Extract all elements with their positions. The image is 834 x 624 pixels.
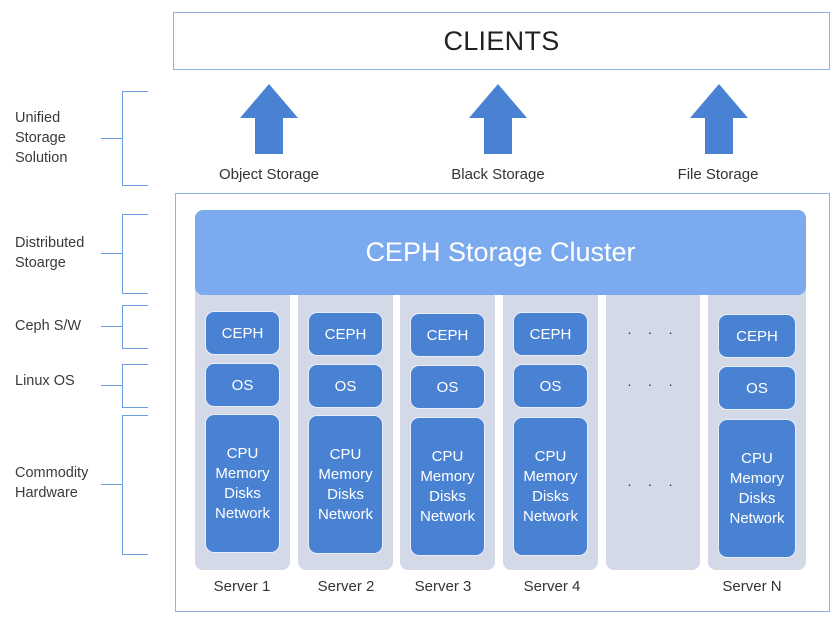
server-label: Server N — [722, 578, 782, 595]
ellipsis: · · · — [627, 476, 679, 492]
server-column: CEPH OS CPU Memory Disks Network — [400, 290, 495, 570]
hardware-item: Memory — [420, 467, 475, 485]
layer-label-unified-storage: Unified Storage Solution — [15, 108, 67, 168]
server-column: CEPH OS CPU Memory Disks Network — [298, 290, 393, 570]
hardware-item: CPU — [534, 447, 567, 465]
hardware-item: Memory — [523, 467, 578, 485]
label-line: Solution — [15, 150, 68, 166]
layer-label-commodity-hardware: Commodity Hardware — [15, 463, 88, 503]
block-label: CEPH — [324, 325, 367, 343]
bracket-stub — [101, 484, 123, 485]
interface-label-block: Black Storage — [451, 166, 545, 183]
label-line: Ceph S/W — [15, 318, 82, 334]
bracket-distributed-storage — [122, 214, 148, 294]
block-label: CEPH — [426, 326, 469, 344]
hardware-item: Network — [317, 505, 373, 523]
layer-label-linux-os: Linux OS — [15, 371, 75, 391]
interface-label-object: Object Storage — [218, 166, 320, 183]
server-label: Server 3 — [414, 578, 472, 595]
hardware-item: Memory — [215, 464, 270, 482]
hardware-item: CPU — [226, 444, 259, 462]
ceph-software-block: CEPH — [513, 312, 588, 356]
bracket-stub — [101, 138, 123, 139]
hardware-item: CPU — [329, 445, 362, 463]
ellipsis: · · · — [627, 376, 679, 392]
block-label: CEPH — [736, 327, 778, 345]
bracket-unified-storage — [122, 91, 148, 186]
interface-label-file: File Storage — [677, 166, 759, 183]
more-servers-column: · · · · · · · · · — [606, 290, 700, 570]
clients-label: CLIENTS — [443, 25, 560, 56]
os-block: OS — [205, 363, 280, 407]
label-line: Commodity — [15, 465, 89, 481]
block-label: OS — [334, 377, 357, 395]
block-label: OS — [436, 378, 459, 396]
hardware-block: CPU Memory Disks Network — [410, 417, 485, 556]
server-column: CEPH OS CPU Memory Disks Network — [503, 290, 598, 570]
bracket-stub — [101, 253, 123, 254]
bracket-stub — [101, 385, 123, 386]
ellipsis: · · · — [627, 324, 679, 340]
bracket-stub — [101, 326, 123, 327]
os-block: OS — [410, 365, 485, 409]
hardware-item: Disks — [429, 487, 466, 505]
ceph-software-block: CEPH — [308, 312, 383, 356]
block-label: CEPH — [221, 324, 264, 342]
label-line: Storage — [15, 130, 66, 146]
hardware-item: Memory — [729, 469, 785, 487]
bracket-ceph-sw — [122, 305, 148, 349]
bracket-commodity-hardware — [122, 415, 148, 555]
hardware-block: CPU Memory Disks Network — [308, 415, 383, 554]
layer-label-ceph-sw: Ceph S/W — [15, 316, 81, 336]
ceph-software-block: CEPH — [718, 314, 796, 358]
hardware-item: CPU — [431, 447, 464, 465]
hardware-item: Disks — [224, 484, 261, 502]
block-label: OS — [231, 376, 254, 394]
hardware-item: Network — [419, 507, 475, 525]
cluster-title: CEPH Storage Cluster — [365, 237, 636, 267]
server-label: Server 2 — [317, 578, 375, 595]
layer-label-distributed-storage: Distributed Stoarge — [15, 233, 84, 273]
hardware-item: Network — [522, 507, 578, 525]
os-block: OS — [718, 366, 796, 410]
hardware-block: CPU Memory Disks Network — [205, 414, 280, 553]
ceph-software-block: CEPH — [205, 311, 280, 355]
ceph-storage-cluster-bar: CEPH Storage Cluster — [195, 210, 806, 295]
arrow-up-icon — [690, 84, 748, 154]
block-label: CEPH — [529, 325, 572, 343]
os-block: OS — [513, 364, 588, 408]
label-line: Unified — [15, 110, 61, 126]
label-line: Distributed — [15, 235, 85, 251]
clients-box: CLIENTS — [173, 12, 830, 70]
server-label: Server 4 — [523, 578, 581, 595]
hardware-block: CPU Memory Disks Network — [718, 419, 796, 558]
hardware-item: Network — [214, 504, 270, 522]
hardware-item: Disks — [327, 485, 364, 503]
block-label: OS — [539, 377, 562, 395]
block-label: OS — [746, 379, 768, 397]
hardware-block: CPU Memory Disks Network — [513, 417, 588, 556]
server-column: CEPH OS CPU Memory Disks Network — [708, 290, 806, 570]
server-label: Server 1 — [213, 578, 271, 595]
label-line: Hardware — [15, 485, 78, 501]
hardware-item: CPU — [741, 449, 773, 467]
hardware-item: Disks — [532, 487, 569, 505]
label-line: Stoarge — [15, 255, 66, 271]
hardware-item: Network — [729, 509, 785, 527]
bracket-linux-os — [122, 364, 148, 408]
server-column: CEPH OS CPU Memory Disks Network — [195, 290, 290, 570]
arrow-up-icon — [469, 84, 527, 154]
label-line: Linux OS — [15, 373, 75, 389]
hardware-item: Disks — [738, 489, 776, 507]
ceph-software-block: CEPH — [410, 313, 485, 357]
hardware-item: Memory — [318, 465, 373, 483]
arrow-up-icon — [240, 84, 298, 154]
os-block: OS — [308, 364, 383, 408]
